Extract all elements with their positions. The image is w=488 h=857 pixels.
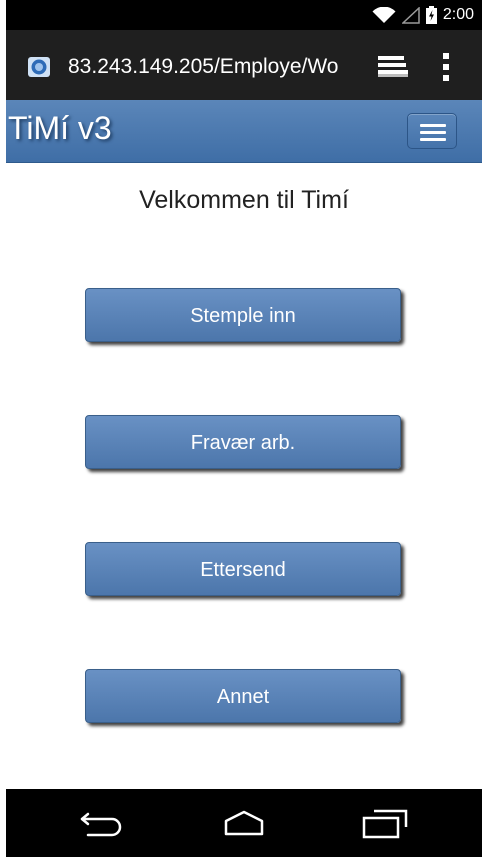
app-title[interactable]: TiMí v3	[8, 108, 112, 148]
recents-icon[interactable]	[360, 807, 410, 839]
home-icon[interactable]	[220, 809, 268, 837]
wifi-icon	[372, 6, 396, 23]
screen: 2:00 83.243.149.205/Employe/Wo TiMí v3 V…	[6, 0, 482, 857]
back-icon[interactable]	[78, 810, 124, 838]
navigation-bar	[6, 789, 482, 857]
app-header: TiMí v3	[6, 100, 482, 163]
status-icons: 2:00	[372, 6, 474, 24]
ettersend-button[interactable]: Ettersend	[85, 542, 401, 596]
stemple-inn-button[interactable]: Stemple inn	[85, 288, 401, 342]
tabs-icon[interactable]	[378, 56, 408, 78]
browser-address-bar: 83.243.149.205/Employe/Wo	[6, 30, 482, 100]
url-field[interactable]: 83.243.149.205/Employe/Wo	[68, 54, 374, 80]
status-time: 2:00	[442, 6, 474, 23]
overflow-menu-icon[interactable]	[440, 52, 452, 82]
hamburger-menu-button[interactable]	[407, 113, 457, 149]
favicon-icon	[28, 57, 50, 77]
signal-icon	[401, 6, 420, 24]
fravaer-arb-button[interactable]: Fravær arb.	[85, 415, 401, 469]
status-bar: 2:00	[6, 0, 482, 30]
welcome-heading: Velkommen til Timí	[139, 186, 349, 214]
annet-button[interactable]: Annet	[85, 669, 401, 723]
battery-charging-icon	[425, 6, 437, 24]
